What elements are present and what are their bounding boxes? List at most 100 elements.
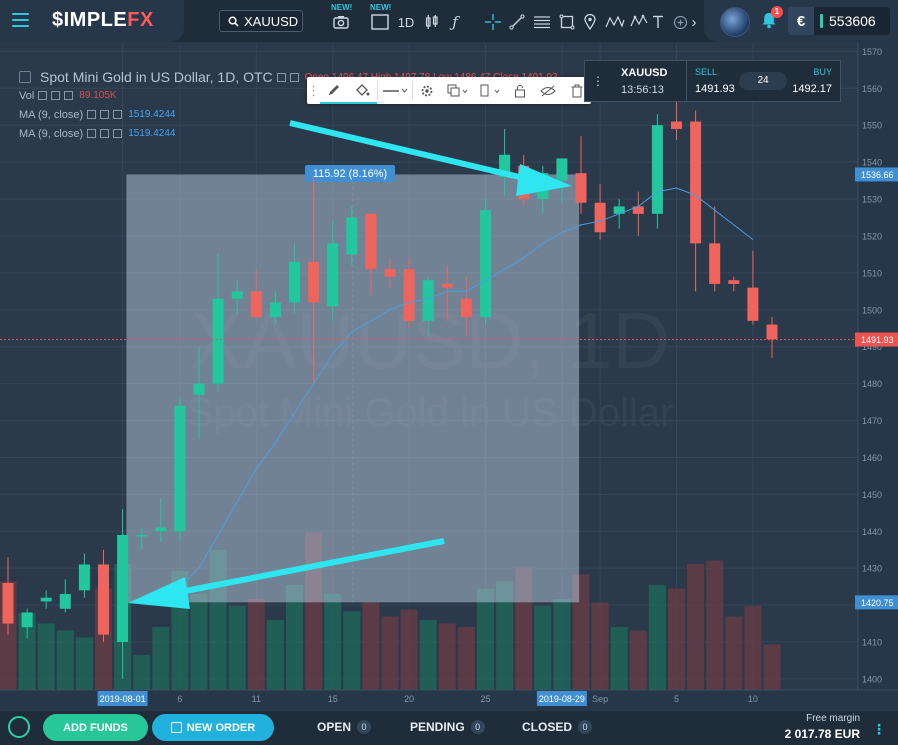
- fill-icon[interactable]: [348, 77, 378, 104]
- settings-icon[interactable]: [100, 110, 110, 119]
- notification-badge: 1: [771, 6, 783, 18]
- rectangle-icon[interactable]: [559, 13, 575, 31]
- fib-icon[interactable]: [533, 13, 551, 31]
- lock-icon[interactable]: [506, 77, 534, 104]
- visibility-icon[interactable]: [38, 91, 48, 100]
- volume-bar: [534, 606, 552, 690]
- candle-body: [269, 302, 281, 318]
- buy-label: BUY: [813, 67, 832, 77]
- candle-body: [575, 173, 587, 203]
- date-tick: 2019-08-01: [100, 694, 146, 704]
- layout-icon[interactable]: [371, 13, 389, 31]
- chat-icon[interactable]: [8, 716, 30, 738]
- free-margin-value: 2 017.78 EUR: [784, 727, 860, 741]
- candle-body: [651, 125, 663, 214]
- candle-body: [690, 121, 702, 244]
- candle-body: [556, 158, 568, 181]
- volume-bar: [362, 602, 380, 690]
- tab-open[interactable]: OPEN 0: [317, 720, 372, 734]
- balance-indicator: [820, 14, 823, 28]
- volume-bar: [725, 616, 743, 690]
- menu-icon[interactable]: [12, 13, 29, 27]
- settings-icon[interactable]: [276, 72, 286, 82]
- volume-bar: [706, 560, 724, 690]
- candle-body: [21, 612, 33, 628]
- tab-pending[interactable]: PENDING 0: [410, 720, 485, 734]
- price-tick: 1560: [862, 84, 882, 94]
- pin-icon[interactable]: [583, 13, 597, 31]
- candle-body: [480, 210, 491, 318]
- trade-time: 13:56:13: [621, 84, 664, 96]
- legend-vol-label: Vol: [19, 89, 35, 102]
- visibility-icon[interactable]: [289, 72, 299, 82]
- volume-bar: [133, 655, 151, 690]
- date-tick: 5: [674, 694, 679, 704]
- buy-button[interactable]: BUY 1492.17: [790, 61, 840, 101]
- layer-icon[interactable]: [474, 77, 506, 104]
- gear-icon[interactable]: [413, 77, 441, 104]
- balance-display[interactable]: € 553606: [788, 7, 890, 35]
- tab-closed[interactable]: CLOSED 0: [522, 720, 593, 734]
- drawing-toolbar[interactable]: ⋮: [307, 77, 591, 104]
- text-tool-icon[interactable]: [651, 13, 665, 31]
- volume-bar: [400, 609, 418, 690]
- sell-button[interactable]: SELL 1491.93: [686, 61, 741, 101]
- add-funds-button[interactable]: ADD FUNDS: [43, 714, 148, 741]
- new-order-button[interactable]: NEW ORDER: [152, 714, 274, 741]
- candle-body: [327, 243, 339, 307]
- candle-body: [766, 324, 778, 340]
- price-tick: 1410: [862, 638, 882, 648]
- more-icon[interactable]: ⋮: [872, 721, 886, 738]
- candle-body: [78, 564, 90, 591]
- pencil-icon[interactable]: [320, 77, 349, 104]
- sell-label: SELL: [695, 67, 718, 77]
- volume-bar: [591, 602, 609, 690]
- crosshair-price: 1536.66: [861, 170, 894, 180]
- candle-body: [193, 383, 205, 395]
- volume-bar: [324, 593, 342, 690]
- indicators-icon[interactable]: ƒ: [448, 13, 462, 31]
- volume-bar: [457, 627, 475, 690]
- visibility-icon[interactable]: [87, 110, 97, 119]
- candle-body: [594, 202, 606, 233]
- candle-body: [136, 534, 148, 537]
- trade-symbol: XAUUSD: [621, 67, 668, 79]
- hide-icon[interactable]: [534, 77, 562, 104]
- trade-panel: ⋮ XAUUSD 13:56:13 SELL 1491.93 24 BUY 14…: [584, 60, 841, 102]
- drag-handle-icon[interactable]: ⋮: [307, 77, 320, 104]
- camera-icon[interactable]: [332, 13, 350, 31]
- legend-title: Spot Mini Gold in US Dollar, 1D, OTC: [40, 69, 273, 85]
- candle-body: [384, 269, 396, 277]
- volume-bar: [56, 630, 74, 690]
- close-icon[interactable]: [113, 110, 123, 119]
- visibility-icon[interactable]: [87, 129, 97, 138]
- new-badge: NEW!: [370, 3, 392, 12]
- crosshair-icon[interactable]: [485, 13, 501, 31]
- wave-icon[interactable]: [630, 13, 648, 31]
- line-style-icon[interactable]: [378, 77, 412, 104]
- avatar[interactable]: [720, 7, 750, 37]
- pattern-icon[interactable]: [605, 13, 625, 31]
- volume-bar: [75, 637, 93, 690]
- close-icon[interactable]: [113, 129, 123, 138]
- new-order-label: NEW ORDER: [186, 721, 256, 734]
- symbol-search[interactable]: XAUUSD: [219, 10, 303, 32]
- more-icon[interactable]: ⋮: [592, 74, 604, 88]
- candle-body: [289, 261, 300, 303]
- chevron-right-icon[interactable]: ›: [688, 13, 700, 31]
- timeframe-button[interactable]: 1D: [396, 13, 416, 31]
- settings-icon[interactable]: [100, 129, 110, 138]
- crosshair-price: 1420.75: [861, 598, 894, 608]
- candle-body: [231, 291, 243, 299]
- logo: $IMPLEFX: [52, 9, 154, 31]
- candles-icon[interactable]: [424, 13, 440, 31]
- settings-icon[interactable]: [51, 91, 61, 100]
- zoom-in-icon[interactable]: [672, 13, 688, 31]
- volume-bar: [668, 588, 685, 690]
- price-tick: 1510: [862, 268, 882, 278]
- volume-bar: [266, 620, 284, 690]
- clone-icon[interactable]: [441, 77, 473, 104]
- buy-price: 1492.17: [792, 83, 832, 95]
- trend-line-icon[interactable]: [509, 13, 525, 31]
- close-icon[interactable]: [64, 91, 74, 100]
